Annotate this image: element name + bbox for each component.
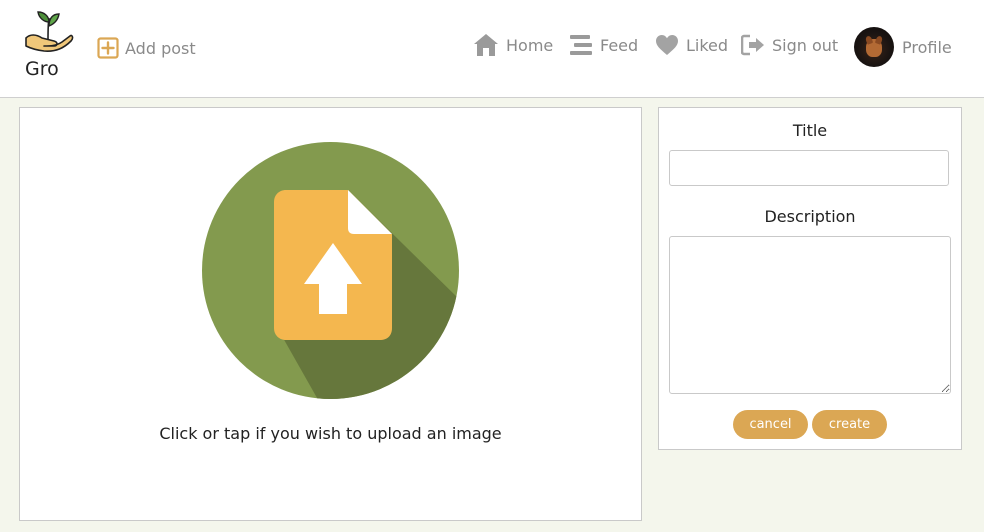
cancel-button[interactable]: cancel: [733, 410, 808, 439]
create-button[interactable]: create: [812, 410, 887, 439]
image-upload-area[interactable]: Click or tap if you wish to upload an im…: [19, 107, 642, 521]
seedling-in-hand-icon: [25, 11, 74, 52]
post-form: Title Description cancel create: [658, 107, 962, 450]
nav-sign-out[interactable]: Sign out: [741, 31, 838, 59]
add-post-button[interactable]: Add post: [97, 34, 196, 62]
title-label: Title: [792, 121, 828, 140]
heart-icon: [656, 35, 678, 55]
nav-profile-label: Profile: [902, 37, 952, 57]
description-label: Description: [764, 207, 856, 226]
nav-liked[interactable]: Liked: [655, 31, 728, 59]
description-textarea[interactable]: [669, 236, 951, 394]
sign-out-icon: [741, 34, 764, 56]
plus-square-icon: [97, 37, 119, 59]
nav-home-label: Home: [506, 35, 554, 55]
nav-liked-label: Liked: [686, 35, 729, 55]
nav-sign-out-label: Sign out: [772, 35, 839, 55]
nav-profile[interactable]: Profile: [854, 27, 952, 67]
nav-feed-label: Feed: [600, 35, 639, 55]
app-name: Gro: [25, 58, 59, 80]
add-post-label: Add post: [125, 38, 196, 58]
nav-home[interactable]: Home: [473, 31, 553, 59]
feed-lines-icon: [570, 35, 592, 55]
nav-feed[interactable]: Feed: [569, 31, 638, 59]
app-logo[interactable]: Gro: [24, 8, 74, 83]
file-upload-icon: [202, 142, 459, 399]
dog-avatar-icon: [866, 39, 882, 57]
title-input[interactable]: [669, 150, 949, 186]
home-icon: [474, 34, 498, 56]
navbar: Gro Add post Home Feed Liked Sign out Pr…: [0, 0, 984, 98]
avatar[interactable]: [854, 27, 894, 67]
upload-prompt: Click or tap if you wish to upload an im…: [159, 424, 502, 443]
